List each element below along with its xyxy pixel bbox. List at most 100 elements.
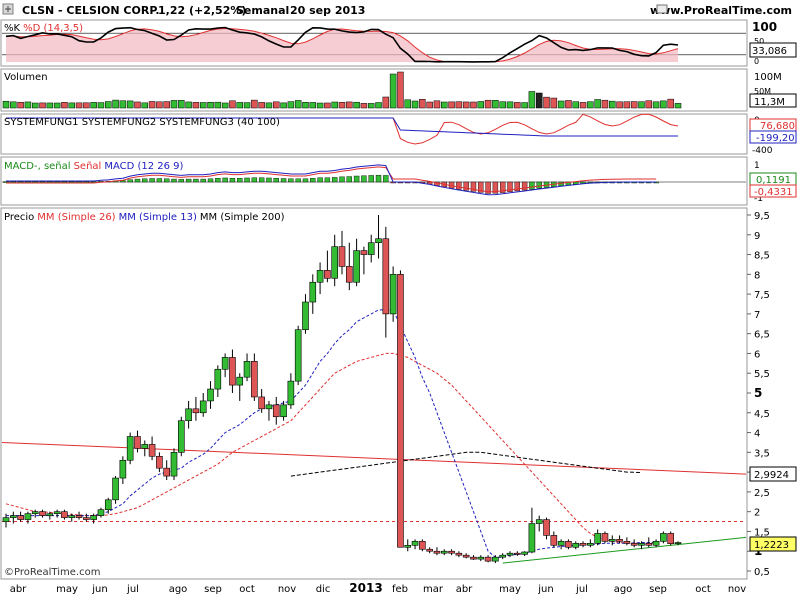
macd-hist-bar xyxy=(237,178,243,183)
candle-body xyxy=(360,250,368,255)
macd-hist-bar xyxy=(32,181,38,183)
candle-body xyxy=(309,281,317,303)
macd-hist-bar xyxy=(178,179,185,183)
x-axis-label: oct xyxy=(695,584,711,595)
volume-bar xyxy=(258,102,265,109)
volume-legend: Volumen xyxy=(4,72,48,83)
candle-body xyxy=(199,400,207,414)
candle-body xyxy=(448,550,455,554)
macd-hist-bar xyxy=(273,178,279,183)
volume-bar xyxy=(316,102,324,109)
candle-body xyxy=(667,533,674,545)
macd-hist-bar xyxy=(171,178,177,183)
macd-hist-bar xyxy=(69,181,75,183)
macd-hist-bar xyxy=(339,176,345,183)
candle-body xyxy=(31,511,39,514)
candle-body xyxy=(338,246,346,267)
candle-body xyxy=(535,519,543,524)
x-axis-label: dic xyxy=(316,584,331,595)
chart-area[interactable]: 9,598,587,576,565,554,543,532,521,510,5a… xyxy=(0,0,800,600)
volume-bar xyxy=(126,100,134,109)
ma200-value: 2,9924 xyxy=(754,470,789,481)
candle-body xyxy=(521,551,528,555)
price-tick-label: 7,5 xyxy=(754,290,770,301)
volume-bar xyxy=(630,101,638,109)
stoch-legend-k: %K xyxy=(4,23,21,34)
volume-bar xyxy=(601,99,609,109)
macd-hist-bar xyxy=(54,181,60,183)
volume-bar xyxy=(112,99,119,109)
macd-hist-bar xyxy=(521,181,528,191)
candle-body xyxy=(638,543,645,546)
candle-body xyxy=(39,511,46,516)
price-legend-price: Precio xyxy=(4,212,34,223)
candle-body xyxy=(382,238,390,315)
candle-body xyxy=(280,404,287,418)
stoch-tick-0: 0 xyxy=(754,57,759,66)
volume-bar xyxy=(462,101,470,109)
macd-hist-bar xyxy=(302,178,309,183)
macd-hist-bar xyxy=(310,178,316,183)
volume-bar xyxy=(199,102,207,109)
volume-bar xyxy=(660,100,667,109)
volume-bar xyxy=(251,99,258,109)
macd-tick-1: 1 xyxy=(754,161,760,171)
x-axis-label: ago xyxy=(169,584,188,595)
candle-body xyxy=(353,250,360,283)
candle-body xyxy=(207,388,214,402)
volume-bar xyxy=(236,102,243,109)
candle-body xyxy=(214,368,222,390)
volume-bar xyxy=(360,103,368,109)
price-legend: Precio MM (Simple 26) MM (Simple 13) MM (Si… xyxy=(4,212,285,223)
candle-body xyxy=(192,408,200,414)
x-axis-label: sep xyxy=(649,584,667,595)
candle-body xyxy=(156,455,163,469)
candle-body xyxy=(608,539,616,542)
candle-body xyxy=(367,242,375,255)
volume-bar xyxy=(346,101,353,109)
volume-bar xyxy=(623,101,631,109)
candle-body xyxy=(112,477,119,501)
stoch-legend-d: %D (14,3,5) xyxy=(23,23,83,34)
sysfung-legend: SYSTEMFUNG1 SYSTEMFUNG2 SYSTEMFUNG3 (40 … xyxy=(4,117,280,128)
candle-body xyxy=(287,380,295,406)
candle-body xyxy=(302,301,309,331)
volume-bar xyxy=(17,101,24,109)
candle-body xyxy=(674,542,682,545)
x-axis-label: may xyxy=(56,584,78,595)
volume-bar xyxy=(375,102,382,109)
candle-body xyxy=(477,556,485,560)
volume-bar xyxy=(31,102,39,109)
price-legend-ma13: MM (Simple 13) xyxy=(119,212,197,223)
volume-bar xyxy=(572,101,579,109)
volume-bar xyxy=(543,96,550,109)
volume-bar xyxy=(404,99,411,109)
volume-bar xyxy=(61,102,68,109)
candle-body xyxy=(75,515,83,518)
volume-bar xyxy=(609,100,616,109)
candle-body xyxy=(462,554,470,558)
macd-hist-bar xyxy=(156,178,163,183)
candle-body xyxy=(492,556,499,562)
volume-bar xyxy=(97,102,105,109)
volume-bar xyxy=(426,101,433,109)
candle-body xyxy=(90,515,97,520)
candle-body xyxy=(528,523,536,553)
macd-hist-bar xyxy=(280,178,287,183)
candle-body xyxy=(411,541,419,546)
macd-legend-b: Señal xyxy=(74,161,102,172)
volume-bar xyxy=(521,102,528,109)
volume-bar xyxy=(119,100,127,109)
volume-tick-100m: 100M xyxy=(754,72,782,83)
macd-hist-bar xyxy=(215,178,221,183)
candle-body xyxy=(579,543,587,546)
price-tick-label: 5 xyxy=(754,386,762,400)
price-tick-label: 9 xyxy=(754,231,760,242)
x-axis-label: sep xyxy=(204,584,222,595)
macd-hist-bar xyxy=(295,178,301,183)
macd-hist-bar xyxy=(25,181,31,183)
candle-body xyxy=(645,543,653,546)
candle-body xyxy=(148,444,156,457)
volume-bar xyxy=(484,99,492,109)
macd-hist-bar xyxy=(266,177,272,183)
